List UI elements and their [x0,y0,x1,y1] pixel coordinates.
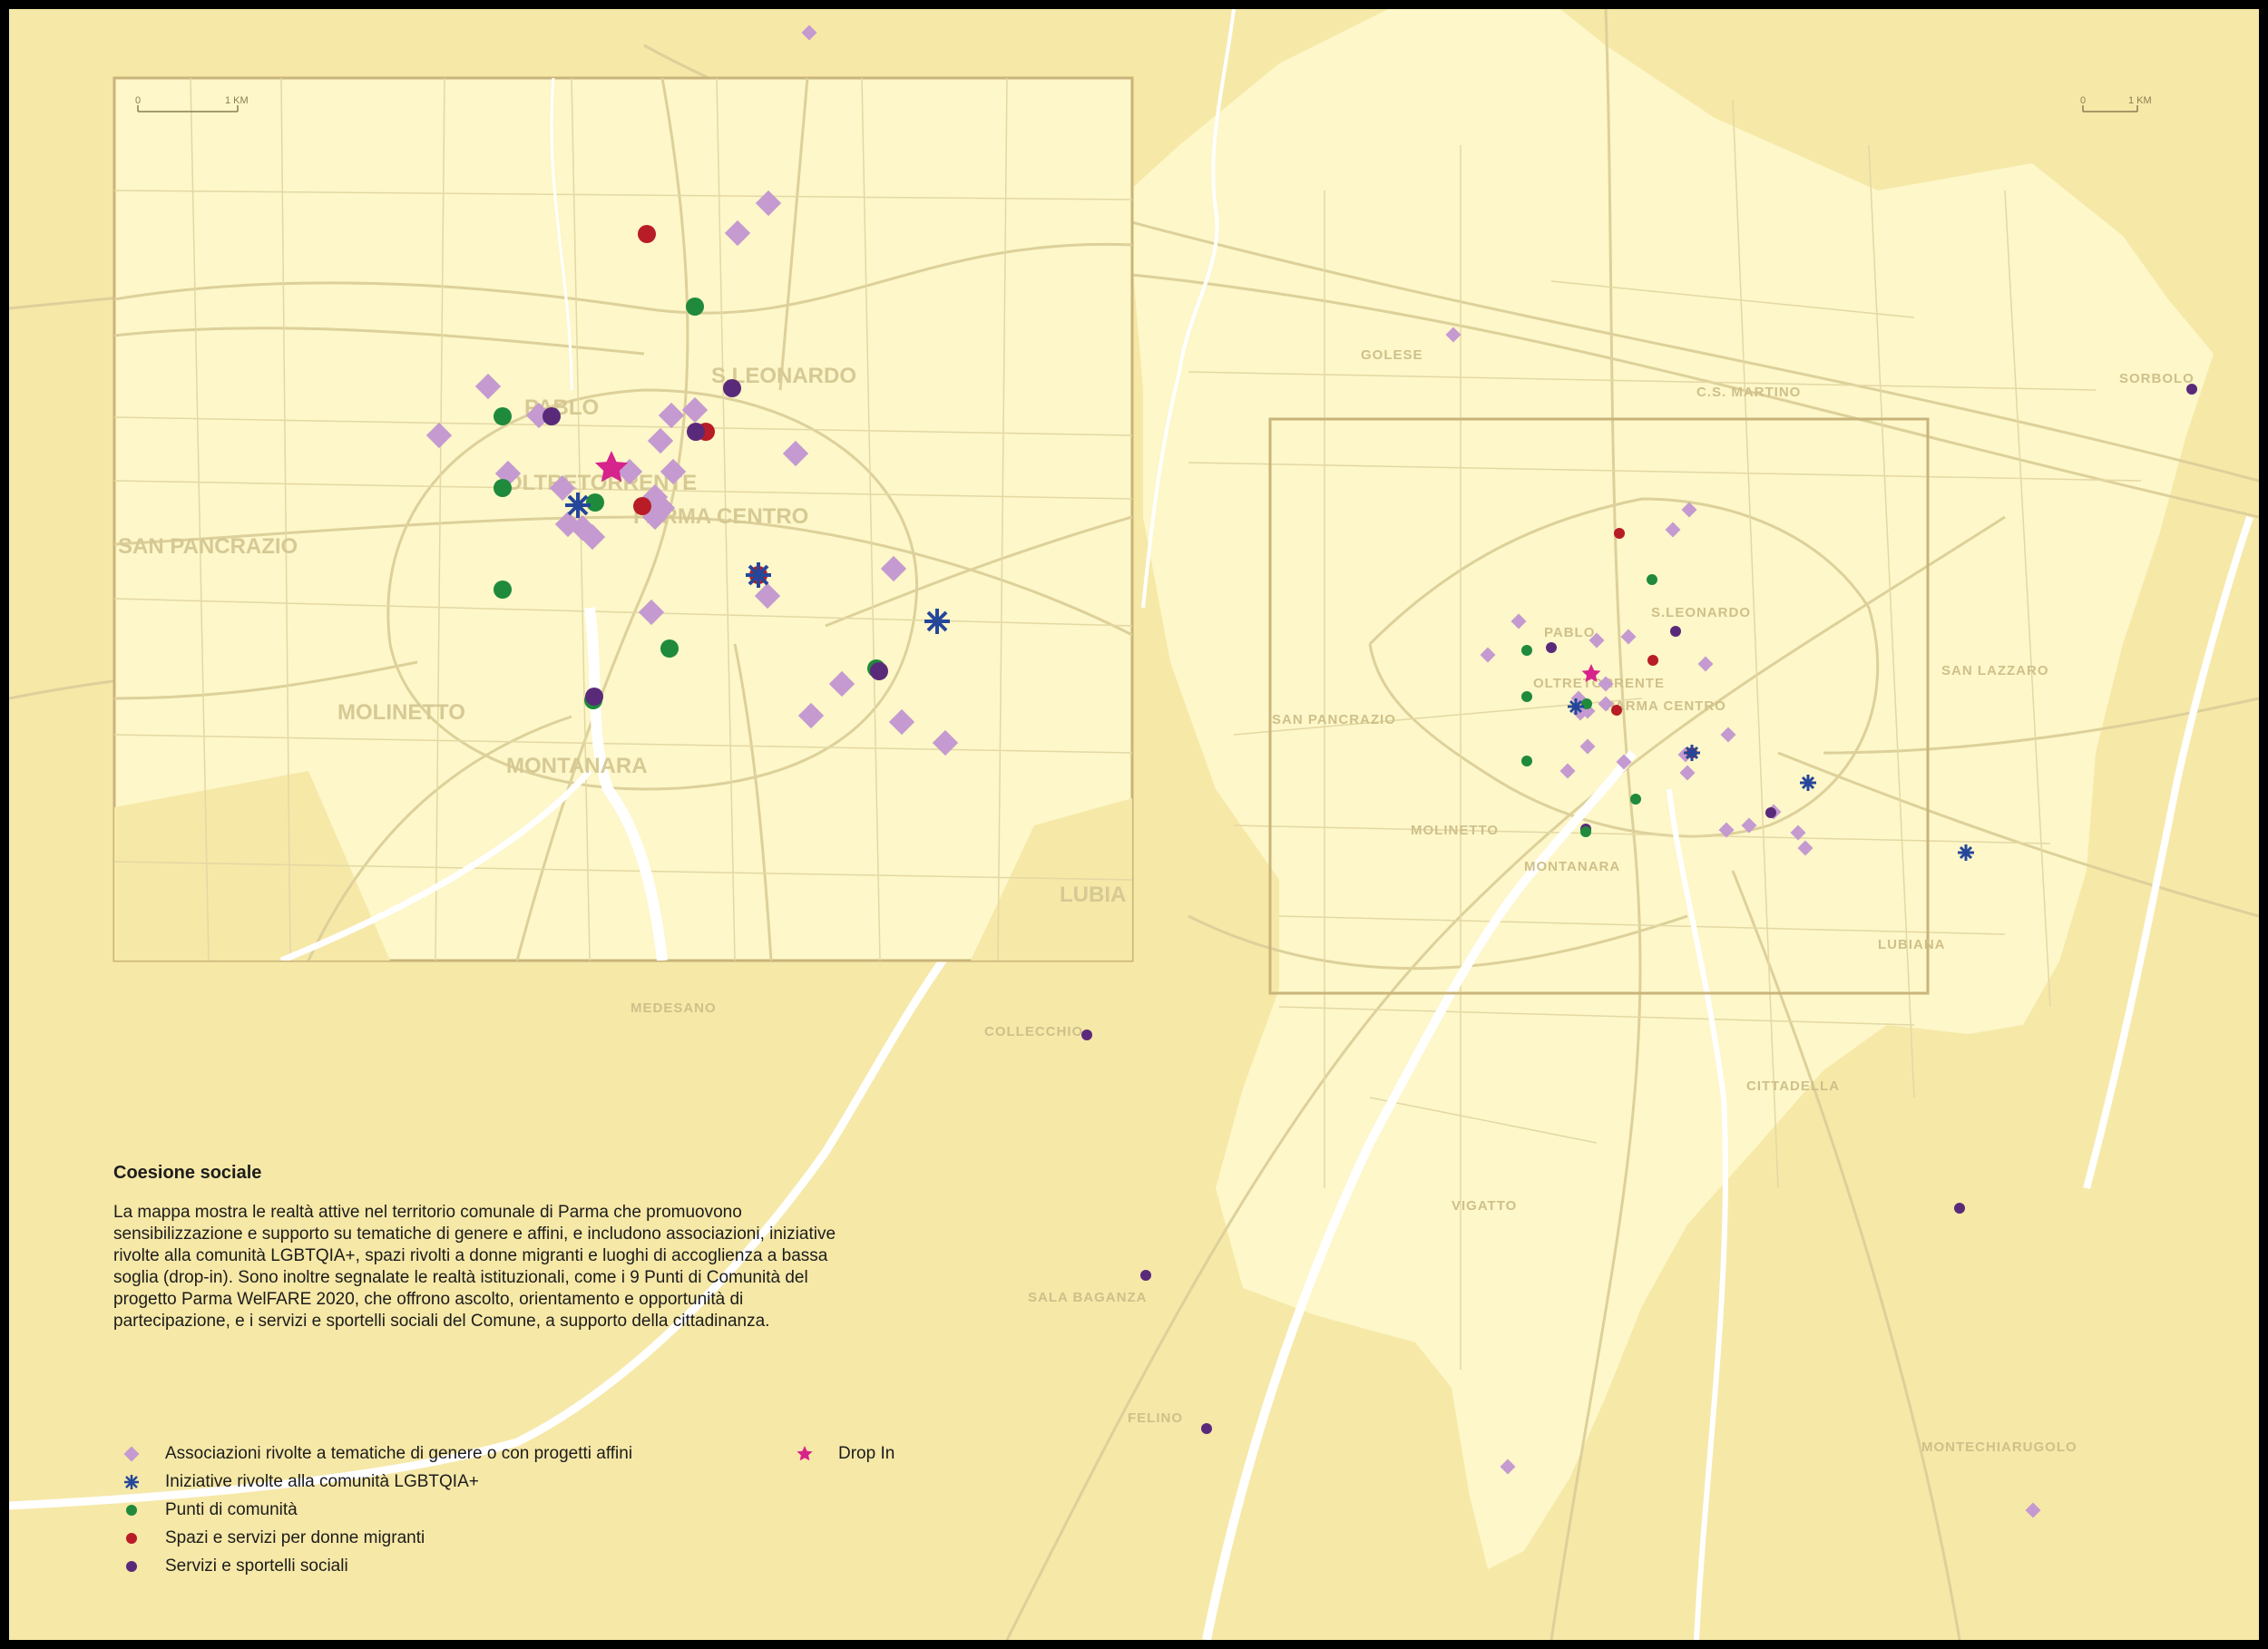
caption-body: La mappa mostra le realtà attive nel ter… [113,1203,836,1331]
label-salabaganza: SALA BAGANZA [1028,1290,1147,1305]
map-caption: Coesione sociale La mappa mostra le real… [113,1163,857,1332]
label-lubiana: LUBIANA [1878,937,1946,952]
community-marker [1647,574,1657,585]
scale-unit-main: 1 KM [2128,95,2152,106]
label-parmacentro-small: PARMA CENTRO [1606,698,1726,714]
legend-label: Punti di comunità [165,1500,298,1519]
legend-label: Iniziative rivolte alla comunità LGBTQIA… [165,1472,479,1491]
social-service-marker [1954,1203,1965,1214]
label-sorbolo: SORBOLO [2119,371,2195,386]
social-service-marker [1081,1029,1092,1040]
social-service-marker [1546,642,1557,653]
label-montanara-small: MONTANARA [1524,859,1620,874]
social-service-marker [543,407,561,425]
community-marker [1521,756,1532,766]
diamond-icon [118,1440,145,1468]
legend-item-lgbtqia: Iniziative rivolte alla comunità LGBTQIA… [118,1468,479,1496]
community-marker [1521,691,1532,702]
lgbtqia-marker [924,609,950,634]
community-marker [494,581,512,599]
community-marker [1521,645,1532,656]
inset-label-montanara: MONTANARA [506,754,648,778]
inset-label-sanpancrazio: SAN PANCRAZIO [118,534,298,559]
social-service-marker [723,379,741,397]
legend-item-associations: Associazioni rivolte a tematiche di gene… [118,1440,632,1468]
community-marker [1580,826,1591,837]
legend-label: Drop In [838,1444,895,1463]
legend-item-drop-in: Drop In [791,1440,894,1468]
migrant-women-marker [1614,528,1625,539]
scale-zero-main: 0 [2080,95,2086,106]
community-marker [586,493,604,512]
label-collecchio: COLLECCHIO [984,1024,1083,1039]
inset-map: 0 1 KM PABLO S.LEONARDO OLTRETORRENTE PA… [112,76,1134,962]
legend-label: Spazi e servizi per donne migranti [165,1528,425,1547]
map-canvas: 0 1 KM GOLESE C.S. MARTINO SORBOLO PABLO… [9,9,2259,1640]
community-marker [1630,794,1641,805]
legend-item-migrant-women: Spazi e servizi per donne migranti [118,1525,425,1552]
dot-icon [118,1497,145,1524]
social-service-marker [2186,384,2197,395]
social-service-marker [687,423,705,441]
lgbtqia-marker [565,493,591,518]
label-cittadella: CITTADELLA [1746,1078,1840,1094]
inset-label-lubia: LUBIA [1060,883,1126,907]
legend-label: Servizi e sportelli sociali [165,1556,348,1576]
lgbtqia-marker [746,562,771,588]
map-legend: Associazioni rivolte a tematiche di gene… [118,1440,934,1576]
label-molinetto-small: MOLINETTO [1411,823,1499,838]
label-vigatto: VIGATTO [1452,1198,1517,1214]
social-service-marker [1201,1423,1212,1434]
label-pablo-small: PABLO [1544,625,1595,640]
legend-label: Associazioni rivolte a tematiche di gene… [165,1444,633,1463]
dot-icon [118,1525,145,1552]
social-service-marker [1670,626,1681,637]
label-sanpancrazio-small: SAN PANCRAZIO [1272,712,1396,727]
migrant-women-marker [638,225,656,243]
migrant-women-marker [1647,655,1658,666]
dot-icon [118,1553,145,1580]
label-montechiarugolo: MONTECHIARUGOLO [1921,1439,2077,1455]
community-marker [494,407,512,425]
label-sanlazzaro: SAN LAZZARO [1941,663,2049,678]
community-marker [660,639,679,658]
map-page: 0 1 KM GOLESE C.S. MARTINO SORBOLO PABLO… [0,0,2268,1649]
caption-title: Coesione sociale [113,1163,262,1183]
label-cs-martino: C.S. MARTINO [1696,385,1801,400]
social-service-marker [1765,807,1776,818]
social-service-marker [585,688,603,706]
scale-zero-inset: 0 [135,95,141,106]
scale-unit-inset: 1 KM [225,95,249,106]
inset-label-molinetto: MOLINETTO [337,700,465,725]
migrant-women-marker [1611,705,1622,716]
social-service-marker [1140,1270,1151,1281]
label-golese: GOLESE [1361,347,1423,363]
legend-item-community: Punti di comunità [118,1497,298,1524]
label-medesano: MEDESANO [631,1000,717,1016]
migrant-women-marker [633,497,651,515]
social-service-marker [870,662,888,680]
label-felino: FELINO [1128,1410,1183,1426]
star-icon [791,1440,818,1468]
label-sleonardo-small: S.LEONARDO [1651,605,1751,620]
legend-item-social-services: Servizi e sportelli sociali [118,1553,348,1580]
community-marker [494,479,512,497]
asterisk-icon [118,1468,145,1496]
community-marker [686,298,704,316]
